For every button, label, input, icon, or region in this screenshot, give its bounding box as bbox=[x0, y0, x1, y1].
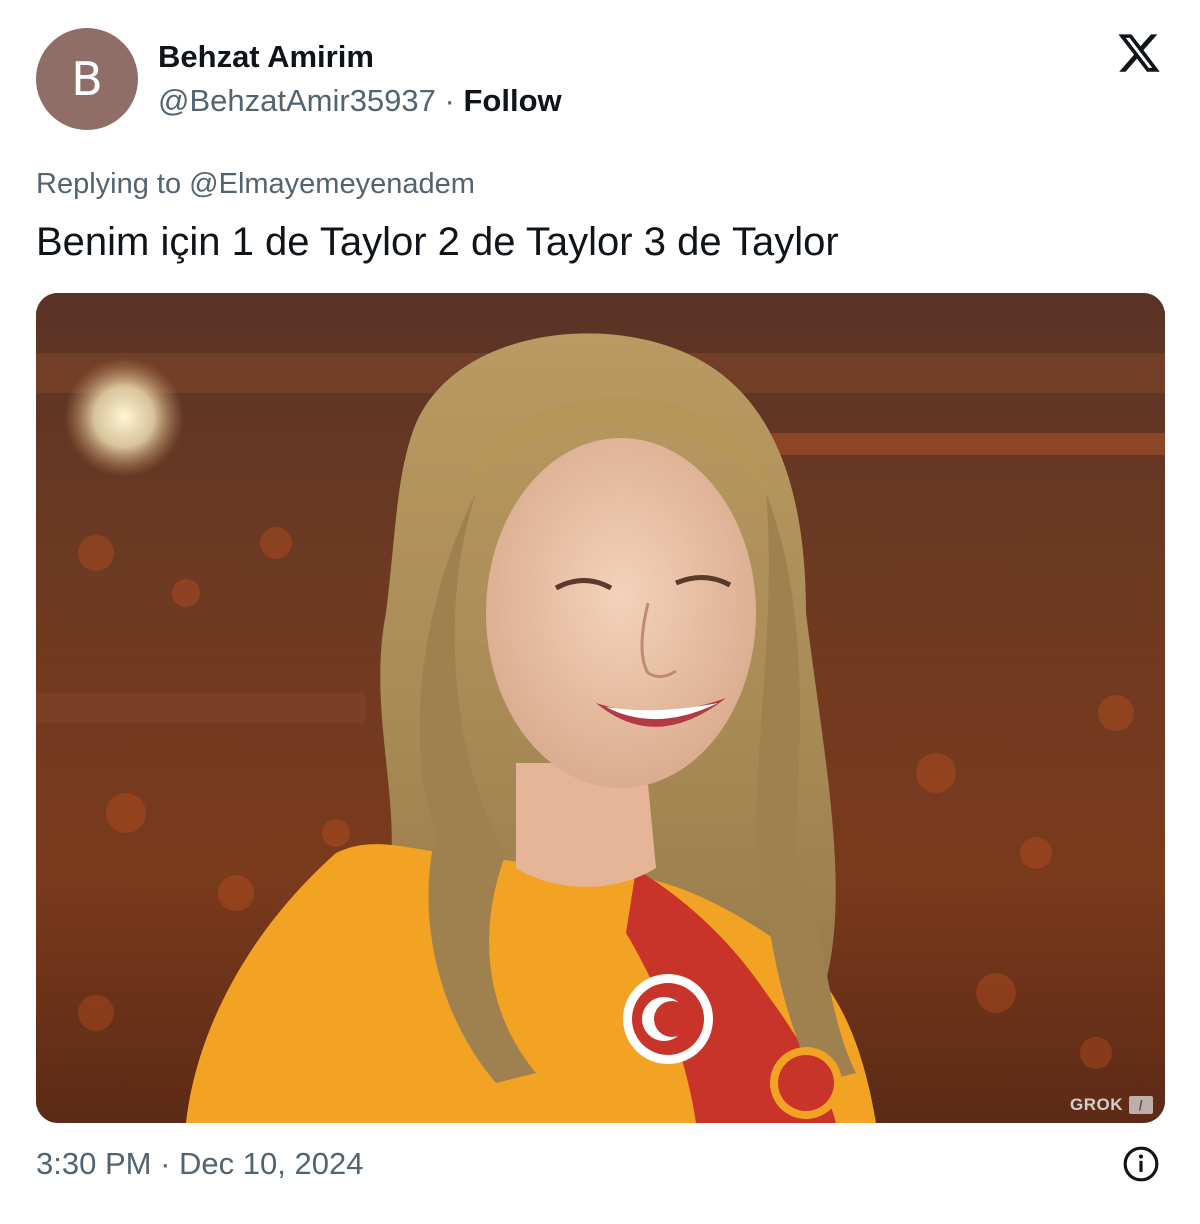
photo-illustration bbox=[36, 293, 1165, 1123]
avatar-letter: B bbox=[71, 52, 103, 106]
timestamp-date: Dec 10, 2024 bbox=[179, 1146, 364, 1181]
x-logo-icon[interactable] bbox=[1115, 30, 1163, 76]
follow-button[interactable]: Follow bbox=[463, 83, 561, 118]
grok-watermark-label: GROK bbox=[1070, 1095, 1123, 1114]
grok-watermark: GROK / bbox=[1070, 1095, 1153, 1115]
replying-to: Replying to @Elmayemeyenadem bbox=[36, 166, 475, 202]
info-icon[interactable] bbox=[1122, 1145, 1160, 1183]
tweet-photo[interactable]: GROK / bbox=[36, 293, 1165, 1123]
replying-handle-link[interactable]: @Elmayemeyenadem bbox=[189, 168, 475, 200]
timestamp[interactable]: 3:30 PM · Dec 10, 2024 bbox=[36, 1145, 363, 1183]
replying-prefix: Replying to bbox=[36, 168, 182, 200]
author-handle[interactable]: @BehzatAmir35937 bbox=[158, 83, 436, 118]
avatar[interactable]: B bbox=[36, 28, 138, 130]
author-handle-row: @BehzatAmir35937 · Follow bbox=[158, 82, 562, 120]
timestamp-time: 3:30 PM bbox=[36, 1146, 152, 1181]
timestamp-separator: · bbox=[160, 1146, 171, 1181]
grok-edit-icon: / bbox=[1129, 1096, 1153, 1114]
tweet-text: Benim için 1 de Taylor 2 de Taylor 3 de … bbox=[36, 220, 839, 264]
author-display-name[interactable]: Behzat Amirim bbox=[158, 38, 374, 76]
handle-separator: · bbox=[444, 83, 455, 118]
